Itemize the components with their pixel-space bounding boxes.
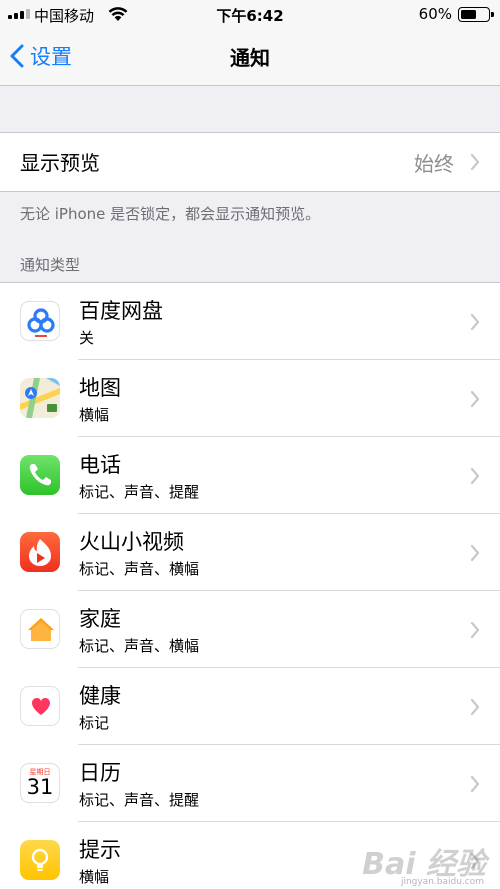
app-row-huoshan-video[interactable]: 火山小视频 标记、声音、横幅 [0,514,500,591]
chevron-right-icon [470,544,480,562]
app-name: 健康 [79,684,121,708]
app-name: 百度网盘 [79,299,163,323]
chevron-right-icon [470,775,480,793]
app-notification-list: 百度网盘 关 地图 横幅 电话 标记、声音、提醒 火山小视频 标记、声音、横幅 … [0,282,500,889]
battery-percentage: 60% [418,5,452,23]
chevron-right-icon [470,313,480,331]
home-icon [20,609,60,649]
app-notification-summary: 横幅 [79,868,110,886]
app-name: 日历 [79,761,121,785]
page-title: 通知 [230,46,270,70]
app-notification-summary: 标记、声音、提醒 [79,483,200,501]
app-name: 电话 [79,453,121,477]
app-notification-summary: 标记、声音、横幅 [79,637,200,655]
chevron-right-icon [470,621,480,639]
preview-footnote: 无论 iPhone 是否锁定，都会显示通知预览。 [20,205,321,223]
app-name: 家庭 [79,607,121,631]
app-row-phone[interactable]: 电话 标记、声音、提醒 [0,437,500,514]
app-name: 火山小视频 [79,530,184,554]
show-previews-label: 显示预览 [20,151,100,175]
app-notification-summary: 标记 [79,714,110,732]
calendar-day: 31 [26,775,54,799]
app-row-home[interactable]: 家庭 标记、声音、横幅 [0,591,500,668]
app-notification-summary: 关 [79,329,95,347]
navigation-bar: 设置 通知 [0,28,500,86]
health-icon [20,686,60,726]
chevron-right-icon [470,698,480,716]
status-bar: 中国移动 下午6:42 60% [0,0,500,28]
chevron-right-icon [470,153,480,171]
chevron-right-icon [470,467,480,485]
chevron-right-icon [470,390,480,408]
calendar-icon: 星期日 31 [20,763,60,803]
app-row-baidu-netdisk[interactable]: 百度网盘 关 [0,283,500,360]
app-notification-summary: 横幅 [79,406,110,424]
app-row-calendar[interactable]: 星期日 31 日历 标记、声音、提醒 [0,745,500,822]
app-notification-summary: 标记、声音、横幅 [79,560,200,578]
tips-icon [20,840,60,880]
show-previews-value: 始终 [414,152,454,176]
show-previews-row[interactable]: 显示预览 始终 [0,132,500,192]
app-name: 地图 [79,376,121,400]
app-notification-summary: 标记、声音、提醒 [79,791,200,809]
section-header-notification-style: 通知类型 [20,256,81,274]
app-row-maps[interactable]: 地图 横幅 [0,360,500,437]
app-name: 提示 [79,838,121,862]
phone-icon [20,455,60,495]
huoshan-video-icon [20,532,60,572]
maps-icon [20,378,60,418]
baidu-netdisk-icon [20,301,60,341]
battery-icon [458,7,494,22]
watermark-url: jingyan.baidu.com [400,877,484,887]
app-row-health[interactable]: 健康 标记 [0,668,500,745]
